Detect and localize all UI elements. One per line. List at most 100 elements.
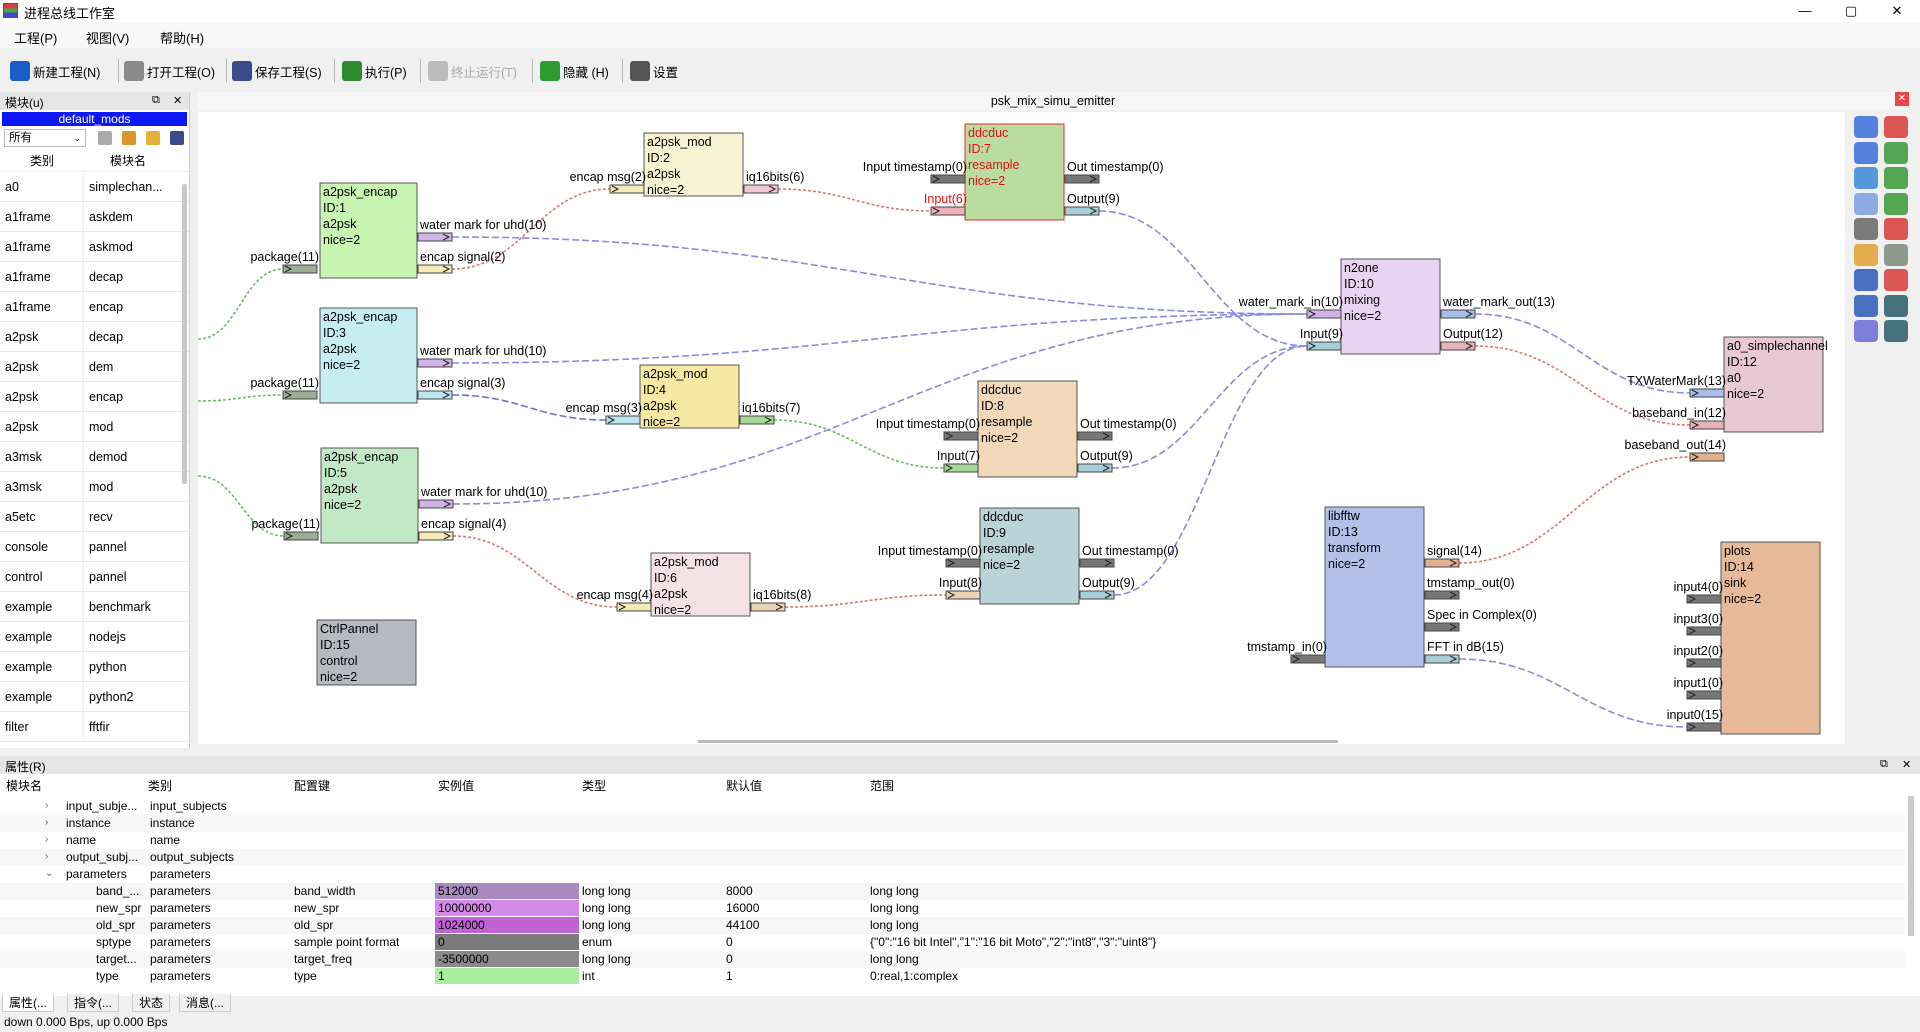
prop-col-1[interactable]: 类别 xyxy=(148,777,172,794)
module-list-item[interactable]: a3msk mod xyxy=(0,472,189,502)
module-node[interactable]: CtrlPannel ID:15 control nice=2 xyxy=(316,619,417,686)
tab-properties[interactable]: 属性(... xyxy=(2,994,54,1012)
module-node[interactable]: n2one ID:10 mixing nice=2 xyxy=(1340,258,1441,355)
module-list-item[interactable]: a0 simplechan... xyxy=(0,172,189,202)
copy-icon[interactable] xyxy=(1854,192,1878,215)
clear-icon[interactable] xyxy=(98,131,112,145)
fit-view-icon[interactable] xyxy=(1854,167,1878,189)
prop-col-0[interactable]: 模块名 xyxy=(6,777,42,794)
module-node[interactable]: ddcduc ID:9 resample nice=2 xyxy=(979,507,1080,605)
terminal-icon[interactable] xyxy=(1884,294,1908,317)
paste-icon[interactable] xyxy=(1854,243,1878,266)
close-button[interactable]: ✕ xyxy=(1874,0,1920,22)
connection-edge[interactable] xyxy=(1098,210,1308,347)
toolbar-button-1[interactable]: 打开工程(O) xyxy=(124,60,215,82)
prop-col-5[interactable]: 默认值 xyxy=(726,777,762,794)
connection-edge[interactable] xyxy=(451,236,1308,315)
category-filter-select[interactable]: 所有 ⌄ xyxy=(4,129,86,147)
canvas-close-icon[interactable]: ✕ xyxy=(1895,92,1909,106)
panel-float-icon[interactable]: ⧉ xyxy=(1880,758,1888,771)
open-folder-icon[interactable] xyxy=(146,131,160,145)
toolbar-button-4[interactable]: 终止运行(T) xyxy=(428,60,517,82)
port-pin[interactable]: Input timestamp(0) xyxy=(876,417,980,441)
module-list-item[interactable]: a2psk dem xyxy=(0,352,189,382)
port-pin[interactable]: input0(15) xyxy=(1667,708,1723,732)
panel-close-icon[interactable]: ✕ xyxy=(173,94,182,107)
connection-edge[interactable] xyxy=(777,188,932,212)
prop-col-2[interactable]: 配置键 xyxy=(294,777,330,794)
tab-status[interactable]: 状态 xyxy=(132,994,171,1012)
module-list-item[interactable]: filter fftfir xyxy=(0,712,189,742)
prop-value-input[interactable]: 1024000 xyxy=(435,917,579,933)
toolbar-button-5[interactable]: 隐藏 (H) xyxy=(540,60,609,82)
port-pin[interactable]: input1(0) xyxy=(1674,676,1723,700)
redo-icon[interactable] xyxy=(1854,294,1878,317)
prop-col-3[interactable]: 实例值 xyxy=(438,777,474,794)
module-node[interactable]: a2psk_mod ID:2 a2psk nice=2 xyxy=(643,132,744,197)
prop-value-input[interactable]: 0 xyxy=(435,934,579,950)
expand-icon[interactable]: › xyxy=(45,851,48,862)
minimize-button[interactable]: — xyxy=(1782,0,1828,22)
delete-node-icon[interactable] xyxy=(1884,218,1908,240)
prop-col-6[interactable]: 范围 xyxy=(870,777,894,794)
port-pin[interactable]: package(11) xyxy=(250,376,319,400)
toolbar-button-3[interactable]: 执行(P) xyxy=(342,60,407,82)
module-list-scrollbar[interactable] xyxy=(182,184,187,484)
property-row[interactable]: old_spr parameters old_spr 1024000 long long… xyxy=(0,917,1905,934)
connection-edge[interactable] xyxy=(1458,658,1688,728)
module-node[interactable]: a2psk_mod ID:4 a2psk nice=2 xyxy=(639,364,740,429)
module-list-item[interactable]: a1frame askmod xyxy=(0,232,189,262)
port-pin[interactable]: encap signal(3) xyxy=(417,376,505,400)
property-row[interactable]: › name name xyxy=(0,832,1905,849)
module-node[interactable]: ddcduc ID:8 resample nice=2 xyxy=(977,380,1078,478)
connection-edge[interactable] xyxy=(1111,345,1308,469)
connection-edge[interactable] xyxy=(198,394,284,402)
prop-value-input[interactable]: 10000000 xyxy=(435,900,579,916)
expand-icon[interactable]: › xyxy=(45,817,48,828)
property-row[interactable]: › input_subje... input_subjects xyxy=(0,798,1905,815)
col-module-name[interactable]: 模块名 xyxy=(84,150,172,171)
port-pin[interactable]: input2(0) xyxy=(1674,644,1723,668)
port-pin[interactable]: tmstamp_out(0) xyxy=(1424,576,1515,600)
port-pin[interactable]: Output(9) xyxy=(1077,449,1133,473)
port-pin[interactable]: Output(12) xyxy=(1440,327,1503,351)
module-node[interactable]: a2psk_encap ID:5 a2psk nice=2 xyxy=(320,447,419,544)
module-list-item[interactable]: control pannel xyxy=(0,562,189,592)
port-pin[interactable]: Input timestamp(0) xyxy=(863,160,967,184)
canvas-tab-title[interactable]: psk_mix_simu_emitter xyxy=(198,92,1908,110)
port-pin[interactable]: signal(14) xyxy=(1424,544,1482,568)
property-row[interactable]: new_spr parameters new_spr 10000000 long lon… xyxy=(0,900,1905,917)
move-down-icon[interactable] xyxy=(1884,167,1908,189)
port-pin[interactable]: water mark for uhd(10) xyxy=(418,485,547,509)
module-list-item[interactable]: a5etc recv xyxy=(0,502,189,532)
zoom-out-icon[interactable] xyxy=(1854,141,1878,164)
expand-icon[interactable]: › xyxy=(45,800,48,811)
console-icon[interactable] xyxy=(1884,320,1908,342)
property-row[interactable]: type parameters type 1 int 1 0:real,1:complex xyxy=(0,968,1905,985)
network-icon[interactable] xyxy=(1884,243,1908,266)
module-list-item[interactable]: a3msk demod xyxy=(0,442,189,472)
module-node[interactable]: plots ID:14 sink nice=2 xyxy=(1720,541,1821,735)
remove-icon[interactable] xyxy=(1884,269,1908,291)
maximize-button[interactable]: ▢ xyxy=(1828,0,1874,22)
align-icon[interactable] xyxy=(1884,192,1908,215)
port-pin[interactable]: Out timestamp(0) xyxy=(1077,417,1177,441)
save-icon[interactable] xyxy=(170,131,184,145)
module-node[interactable]: a0_simplechannel ID:12 a0 nice=2 xyxy=(1723,336,1828,433)
canvas-hscrollbar[interactable] xyxy=(698,740,1338,743)
connection-edge[interactable] xyxy=(1458,456,1691,564)
expand-icon[interactable]: ⌄ xyxy=(45,868,53,879)
module-node[interactable]: ddcduc ID:7 resample nice=2 xyxy=(964,123,1065,221)
module-list-item[interactable]: a2psk mod xyxy=(0,412,189,442)
port-pin[interactable]: encap signal(4) xyxy=(418,517,506,541)
port-pin[interactable]: input4(0) xyxy=(1674,580,1723,604)
module-node[interactable]: a2psk_mod ID:6 a2psk nice=2 xyxy=(650,552,751,617)
port-pin[interactable]: TXWaterMark(13) xyxy=(1627,374,1726,398)
port-pin[interactable]: water_mark_out(13) xyxy=(1440,295,1555,319)
menu-project[interactable]: 工程(P) xyxy=(14,28,57,47)
toolbar-button-6[interactable]: 设置 xyxy=(630,60,678,82)
property-scrollbar[interactable] xyxy=(1908,796,1914,936)
expand-icon[interactable]: › xyxy=(45,834,48,845)
module-node[interactable]: libfftw ID:13 transform nice=2 xyxy=(1324,506,1425,668)
port-pin[interactable]: Input(6) xyxy=(924,192,967,216)
